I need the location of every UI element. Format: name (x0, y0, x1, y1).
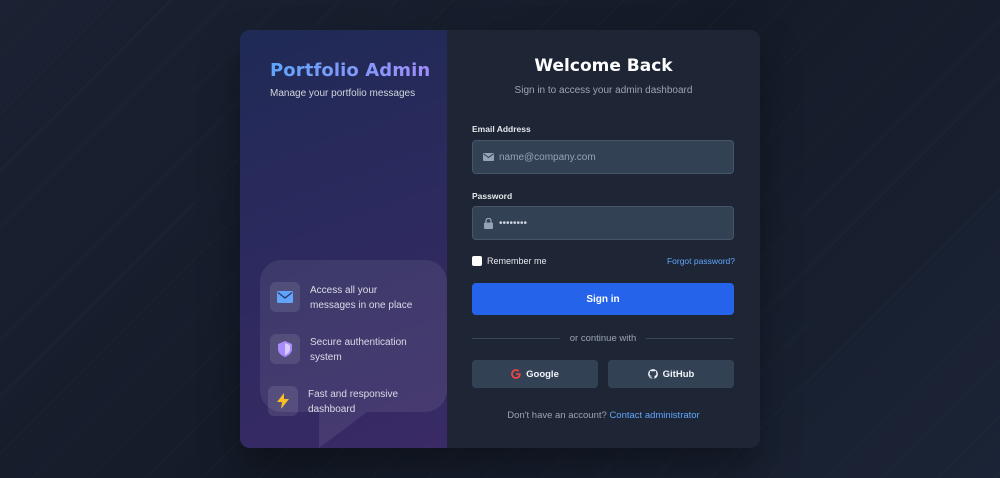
divider-text: or continue with (569, 332, 637, 344)
feature-text: Fast and responsive dashboard (308, 389, 399, 415)
password-field[interactable] (499, 207, 733, 239)
email-label: Email Address (472, 124, 531, 134)
lock-icon (473, 207, 499, 239)
divider-line (472, 337, 560, 339)
brand-title: Portfolio Admin (270, 60, 447, 81)
feature-text: Access all your messages in one place (310, 285, 413, 311)
email-field[interactable] (499, 141, 733, 173)
login-card: Portfolio Admin Manage your portfolio me… (240, 30, 760, 448)
email-field-wrapper (472, 140, 734, 174)
password-field-wrapper (472, 206, 734, 240)
remember-checkbox[interactable] (472, 256, 482, 266)
forgot-password-link[interactable]: Forgot password? (667, 256, 735, 266)
signup-prompt: Don't have an account? Contact administr… (447, 410, 760, 421)
contact-admin-link[interactable]: Contact administrator (609, 410, 699, 421)
envelope-icon (270, 282, 300, 312)
github-label: GitHub (662, 368, 695, 380)
remember-me[interactable]: Remember me (472, 256, 547, 266)
brand-panel: Portfolio Admin Manage your portfolio me… (240, 30, 447, 448)
google-label: Google (526, 368, 559, 380)
github-icon (647, 369, 658, 379)
brand-subtitle: Manage your portfolio messages (270, 88, 416, 99)
login-form-panel: Welcome Back Sign in to access your admi… (447, 30, 760, 448)
feature-item-security: Secure authentication system (270, 334, 422, 365)
page-title: Welcome Back (534, 56, 673, 76)
google-icon (511, 369, 521, 379)
divider-line (646, 337, 735, 339)
github-button[interactable]: GitHub (608, 360, 734, 388)
sign-in-button[interactable]: Sign in (472, 283, 734, 315)
mail-icon (473, 141, 499, 173)
remember-label: Remember me (487, 256, 547, 266)
feature-text: Secure authentication system (310, 337, 407, 363)
feature-item-messages: Access all your messages in one place (270, 282, 422, 313)
lightning-icon (268, 386, 298, 416)
signup-prompt-text: Don't have an account? (507, 410, 607, 421)
divider: or continue with (472, 332, 735, 344)
password-label: Password (472, 191, 513, 201)
shield-icon (270, 334, 300, 364)
bubble-tail (319, 412, 367, 448)
feature-item-speed: Fast and responsive dashboard (268, 386, 420, 417)
page-subtitle: Sign in to access your admin dashboard (514, 85, 693, 96)
google-button[interactable]: Google (472, 360, 598, 388)
